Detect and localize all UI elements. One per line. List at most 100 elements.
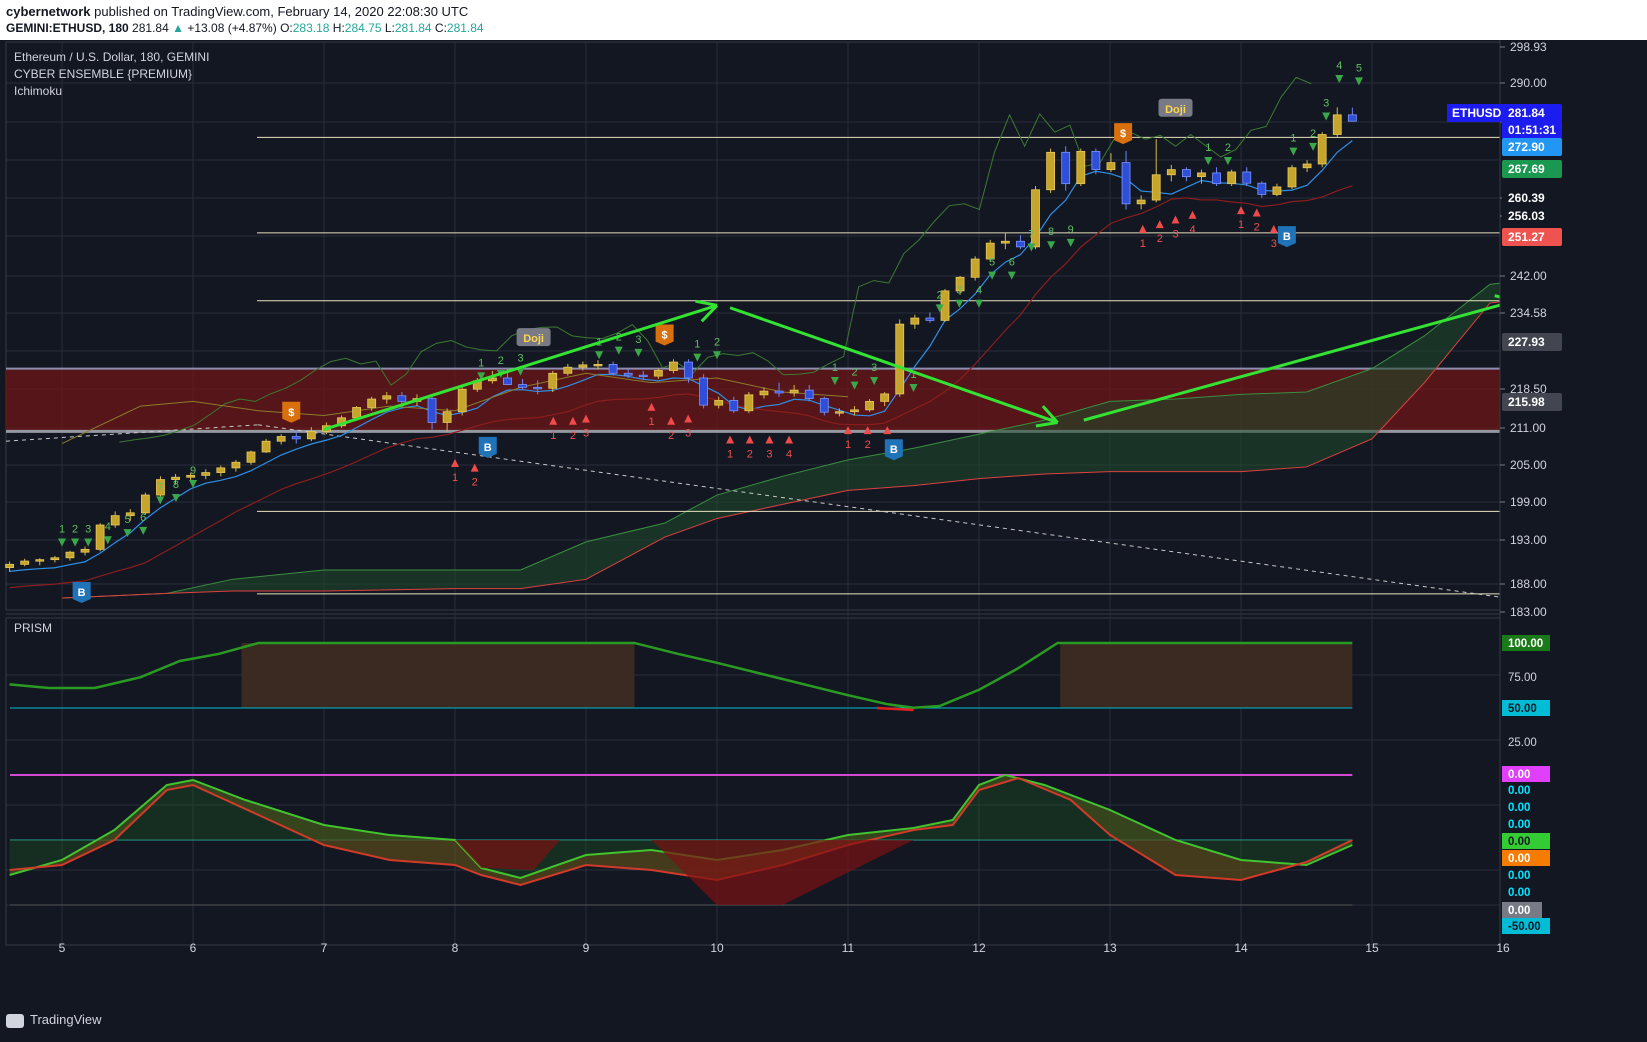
count-number: 1 [648, 416, 654, 428]
candle-body [50, 557, 60, 561]
countdown-tag-text: 01:51:31 [1508, 123, 1556, 137]
chart-area[interactable]: 1234567891231231212312345678912123451212… [0, 40, 1647, 1002]
count-number: 2 [714, 336, 720, 348]
candle-body [699, 377, 709, 406]
legend-indicator-ichimoku[interactable]: Ichimoku [14, 83, 209, 100]
count-number: 3 [1271, 238, 1277, 250]
candle-body [1000, 240, 1010, 244]
candle-body [850, 409, 859, 413]
candle-body [276, 436, 286, 442]
candle-body [925, 317, 935, 321]
candle-body [201, 472, 211, 476]
candle-body [140, 494, 150, 514]
candle-body [533, 386, 543, 390]
count-number: 2 [570, 430, 576, 442]
candle-body [1151, 174, 1161, 201]
symbol-quote: GEMINI:ETHUSD, 180 281.84 ▲ +13.08 (+4.8… [6, 21, 484, 35]
candle-body [1136, 199, 1146, 205]
legend-indicator-cyber[interactable]: CYBER ENSEMBLE {PREMIUM} [14, 66, 209, 83]
candle-body [442, 411, 452, 423]
buy-marker-label: B [890, 444, 898, 456]
publisher-name[interactable]: cybernetwork [6, 4, 91, 19]
candle-body [563, 366, 573, 374]
count-number: 2 [1254, 221, 1260, 233]
prism-tick-label: 0.00 [1508, 819, 1530, 831]
count-number: 7 [1028, 229, 1034, 241]
candle-body [638, 374, 648, 378]
count-number: 3 [517, 353, 523, 365]
candle-body [623, 372, 633, 376]
candle-body [1212, 172, 1221, 185]
prism-zone-2 [1060, 643, 1353, 708]
price-tick-label: 205.00 [1510, 458, 1547, 472]
candle-body [367, 398, 377, 408]
candle-body [834, 411, 844, 414]
candle-body [1016, 240, 1025, 248]
tag-251-text: 251.27 [1508, 230, 1545, 244]
tag-260-text: 260.39 [1508, 191, 1545, 205]
close-label: C: [434, 21, 447, 35]
count-number: 1 [694, 339, 700, 351]
candle-body [35, 559, 45, 562]
candle-body [352, 407, 362, 419]
candle-body [1181, 169, 1191, 178]
candle-body [5, 563, 14, 569]
time-tick-label: 7 [321, 941, 328, 955]
count-number: 2 [498, 355, 504, 367]
candle-body [1121, 162, 1131, 205]
price-tick-label: 183.00 [1510, 605, 1547, 619]
tradingview-logo[interactable]: TradingView [6, 1012, 102, 1028]
price-tick-label: 290.00 [1510, 76, 1547, 90]
publish-info: cybernetwork published on TradingView.co… [6, 4, 468, 19]
candle-body [865, 400, 874, 411]
count-number: 3 [635, 334, 641, 346]
candle-body [427, 398, 437, 423]
candle-body [548, 372, 558, 389]
candle-body [1106, 162, 1116, 171]
candle-body [744, 394, 754, 412]
price-change: +13.08 (+4.87%) [187, 21, 277, 35]
time-tick-label: 10 [710, 941, 724, 955]
open-value: 283.18 [292, 21, 330, 35]
count-number: 3 [85, 524, 91, 536]
candle-body [95, 524, 105, 550]
count-number: 4 [976, 285, 982, 297]
prism-tick-label: 0.00 [1508, 887, 1530, 899]
candle-body [1197, 172, 1206, 178]
brand-name: TradingView [30, 1012, 102, 1027]
legend-prism[interactable]: PRISM [14, 620, 52, 637]
count-number: 1 [832, 362, 838, 374]
candle-body [759, 390, 769, 396]
candle-body [518, 384, 527, 388]
time-tick-label: 5 [59, 941, 66, 955]
candle-body [397, 395, 407, 402]
legend-title[interactable]: Ethereum / U.S. Dollar, 180, GEMINI [14, 49, 209, 66]
candle-body [291, 436, 301, 440]
candle-body [503, 377, 512, 385]
candle-body [910, 317, 920, 325]
prism-legend: PRISM [14, 620, 52, 637]
candle-body [1061, 151, 1071, 185]
candle-body [231, 461, 241, 469]
prism-tick-label: 50.00 [1508, 703, 1537, 715]
symbol-tag-text: ETHUSD [1452, 106, 1502, 120]
chart-svg[interactable]: 1234567891231231212312345678912123451212… [0, 40, 1647, 1002]
count-number: 5 [124, 514, 130, 526]
time-tick-label: 14 [1234, 941, 1248, 955]
candle-body [382, 395, 392, 400]
count-number: 2 [72, 524, 78, 536]
candle-body [216, 467, 226, 473]
count-number: 1 [1238, 219, 1244, 231]
count-number: 2 [937, 289, 943, 301]
candle-body [593, 364, 603, 367]
price-tick-label: 298.93 [1510, 40, 1547, 54]
count-number: 3 [583, 427, 589, 439]
count-number: 8 [1048, 226, 1054, 238]
time-tick-label: 15 [1365, 941, 1379, 955]
prism-tick-label: 0.00 [1508, 853, 1530, 865]
candle-body [714, 400, 724, 406]
count-number: 4 [1336, 60, 1342, 72]
count-number: 1 [1205, 142, 1211, 154]
candle-body [1166, 169, 1176, 176]
last-price-tag-text: 281.84 [1508, 106, 1545, 120]
